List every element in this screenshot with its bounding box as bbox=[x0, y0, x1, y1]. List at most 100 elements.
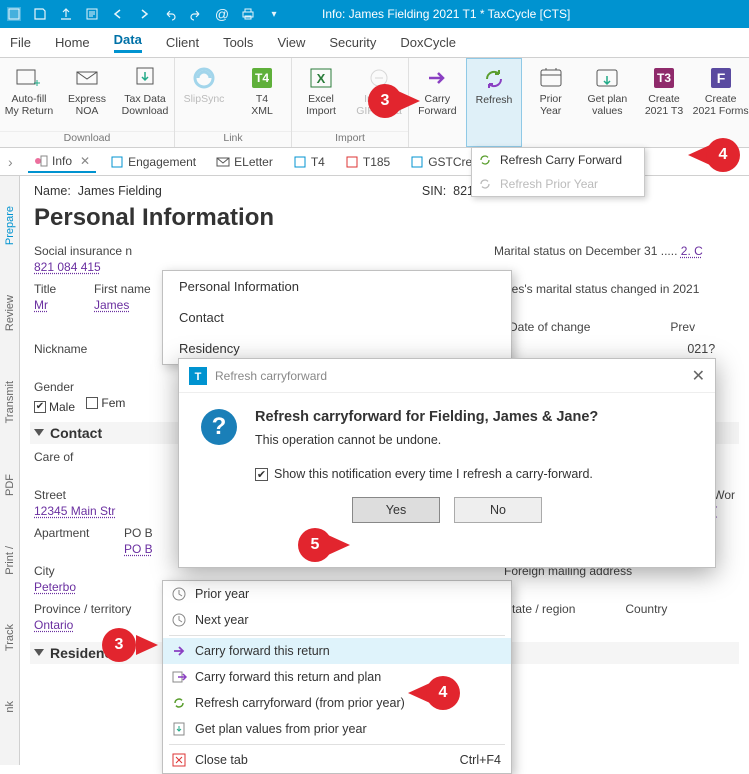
properties-icon[interactable] bbox=[84, 6, 100, 22]
gender-male-checkbox[interactable]: ✔Male bbox=[34, 400, 75, 414]
menu-view[interactable]: View bbox=[277, 35, 305, 50]
dialog-subtext: This operation cannot be undone. bbox=[255, 433, 598, 447]
work-label: Wor bbox=[713, 488, 735, 502]
nav-personal-info[interactable]: Personal Information bbox=[163, 271, 511, 302]
ribbon-group-download: Auto-fill My Return Express NOA Tax Data… bbox=[0, 58, 175, 147]
page-heading: Personal Information bbox=[34, 204, 735, 232]
at-icon[interactable]: @ bbox=[214, 6, 230, 22]
ctx-prior-year[interactable]: Prior year bbox=[163, 581, 511, 607]
nickname-value[interactable] bbox=[34, 358, 87, 374]
create-t3-button[interactable]: T3Create 2021 T3 bbox=[636, 58, 693, 147]
nickname-label: Nickname bbox=[34, 342, 87, 356]
svg-text:T4: T4 bbox=[255, 71, 269, 85]
autofill-button[interactable]: Auto-fill My Return bbox=[0, 58, 58, 131]
group-label-import: Import bbox=[292, 131, 408, 147]
dialog-show-notification-checkbox[interactable]: ✔ Show this notification every time I re… bbox=[255, 467, 598, 481]
menu-data[interactable]: Data bbox=[114, 32, 142, 53]
tab-t185[interactable]: T185 bbox=[339, 152, 396, 172]
ctx-refresh-carryforward[interactable]: Refresh carryforward (from prior year) bbox=[163, 690, 511, 716]
svg-text:F: F bbox=[716, 70, 725, 86]
print-icon[interactable] bbox=[240, 6, 256, 22]
refresh-carry-forward-item[interactable]: Refresh Carry Forward bbox=[472, 148, 644, 172]
dialog-yes-button[interactable]: Yes bbox=[352, 497, 440, 523]
dialog-heading: Refresh carryforward for Fielding, James… bbox=[255, 409, 598, 425]
svg-text:T: T bbox=[195, 371, 202, 383]
menu-tools[interactable]: Tools bbox=[223, 35, 253, 50]
left-sidebar: Prepare Review Transmit PDF Print / Trac… bbox=[0, 176, 20, 765]
nav-contact[interactable]: Contact bbox=[163, 302, 511, 333]
sidebar-review[interactable]: Review bbox=[4, 295, 16, 331]
sidebar-transmit[interactable]: Transmit bbox=[4, 381, 16, 423]
sidebar-track[interactable]: Track bbox=[4, 624, 16, 651]
refresh-button[interactable]: Refresh bbox=[466, 58, 523, 147]
ctx-next-year[interactable]: Next year bbox=[163, 607, 511, 633]
get-plan-values-button[interactable]: Get plan values bbox=[579, 58, 636, 147]
street-label: Street bbox=[34, 488, 143, 502]
ctx-get-plan-values[interactable]: Get plan values from prior year bbox=[163, 716, 511, 742]
express-noa-button[interactable]: Express NOA bbox=[58, 58, 116, 131]
dialog-close-button[interactable]: ✕ bbox=[692, 366, 705, 386]
tab-engagement[interactable]: Engagement bbox=[104, 152, 202, 172]
clock-icon bbox=[171, 586, 187, 602]
sidebar-prepare[interactable]: Prepare bbox=[4, 206, 16, 245]
sin-field-value[interactable]: 821 084 415 bbox=[34, 260, 164, 276]
sidebar-print[interactable]: Print / bbox=[4, 546, 16, 575]
pobox-value[interactable]: PO B bbox=[124, 542, 184, 558]
city-label: City bbox=[34, 564, 114, 578]
excel-import-button[interactable]: XExcel Import bbox=[292, 58, 350, 131]
back-icon[interactable] bbox=[110, 6, 126, 22]
redo-icon[interactable] bbox=[188, 6, 204, 22]
forward-icon[interactable] bbox=[136, 6, 152, 22]
marital-label: Marital status on December 31 ..... bbox=[494, 244, 677, 258]
work-value[interactable]: ( bbox=[713, 504, 735, 520]
city-value[interactable]: Peterbo bbox=[34, 580, 114, 596]
tab-eletter[interactable]: ELetter bbox=[210, 152, 279, 172]
slipsync-button: SlipSync bbox=[175, 58, 233, 131]
doc-icon bbox=[293, 155, 307, 169]
menu-home[interactable]: Home bbox=[55, 35, 90, 50]
prior-year-button[interactable]: Prior Year bbox=[522, 58, 579, 147]
t4-xml-button[interactable]: T4T4 XML bbox=[233, 58, 291, 131]
sidebar-pdf[interactable]: PDF bbox=[4, 474, 16, 496]
province-value[interactable]: Ontario bbox=[34, 618, 164, 634]
sidebar-link[interactable]: nk bbox=[4, 701, 16, 713]
street-value[interactable]: 12345 Main Str bbox=[34, 504, 143, 520]
title-value[interactable]: Mr bbox=[34, 298, 74, 314]
pobox-label: PO B bbox=[124, 526, 184, 540]
ctx-carry-forward-return[interactable]: Carry forward this return bbox=[163, 638, 511, 664]
ribbon: Auto-fill My Return Express NOA Tax Data… bbox=[0, 58, 749, 148]
sin-field-label: Social insurance n bbox=[34, 244, 164, 258]
ribbon-group-link: SlipSync T4T4 XML Link bbox=[175, 58, 292, 147]
ctx-close-tab[interactable]: Close tabCtrl+F4 bbox=[163, 747, 511, 773]
carry-forward-button[interactable]: Carry Forward bbox=[409, 58, 466, 147]
ctx-carry-forward-return-plan[interactable]: Carry forward this return and plan bbox=[163, 664, 511, 690]
dropdown-icon[interactable]: ▾ bbox=[266, 6, 282, 22]
tab-info[interactable]: Info✕ bbox=[28, 151, 96, 173]
carry-forward-icon bbox=[171, 643, 187, 659]
refresh-dropdown-menu: Refresh Carry Forward Refresh Prior Year bbox=[471, 147, 645, 197]
tabs-expand-icon[interactable]: › bbox=[8, 154, 13, 170]
undo-icon[interactable] bbox=[162, 6, 178, 22]
group-label-link: Link bbox=[175, 131, 291, 147]
main-menu: File Home Data Client Tools View Securit… bbox=[0, 28, 749, 58]
sin-label: SIN: bbox=[422, 184, 446, 198]
create-forms-button[interactable]: FCreate 2021 Forms bbox=[692, 58, 749, 147]
doc-icon bbox=[110, 155, 124, 169]
tax-data-download-button[interactable]: Tax Data Download bbox=[116, 58, 174, 131]
group-label-download: Download bbox=[0, 131, 174, 147]
close-icon[interactable]: ✕ bbox=[80, 154, 90, 168]
refresh-icon bbox=[171, 695, 187, 711]
save-icon[interactable] bbox=[32, 6, 48, 22]
export-icon[interactable] bbox=[58, 6, 74, 22]
gender-female-checkbox[interactable]: Fem bbox=[86, 396, 125, 410]
menu-security[interactable]: Security bbox=[329, 35, 376, 50]
menu-file[interactable]: File bbox=[10, 35, 31, 50]
dialog-no-button[interactable]: No bbox=[454, 497, 542, 523]
gender-label: Gender bbox=[34, 380, 133, 394]
menu-client[interactable]: Client bbox=[166, 35, 199, 50]
tab-t4[interactable]: T4 bbox=[287, 152, 331, 172]
doc-icon bbox=[410, 155, 424, 169]
marital-value[interactable]: 2. C bbox=[681, 244, 703, 258]
refresh-prior-year-item: Refresh Prior Year bbox=[472, 172, 644, 196]
menu-doxcycle[interactable]: DoxCycle bbox=[400, 35, 456, 50]
